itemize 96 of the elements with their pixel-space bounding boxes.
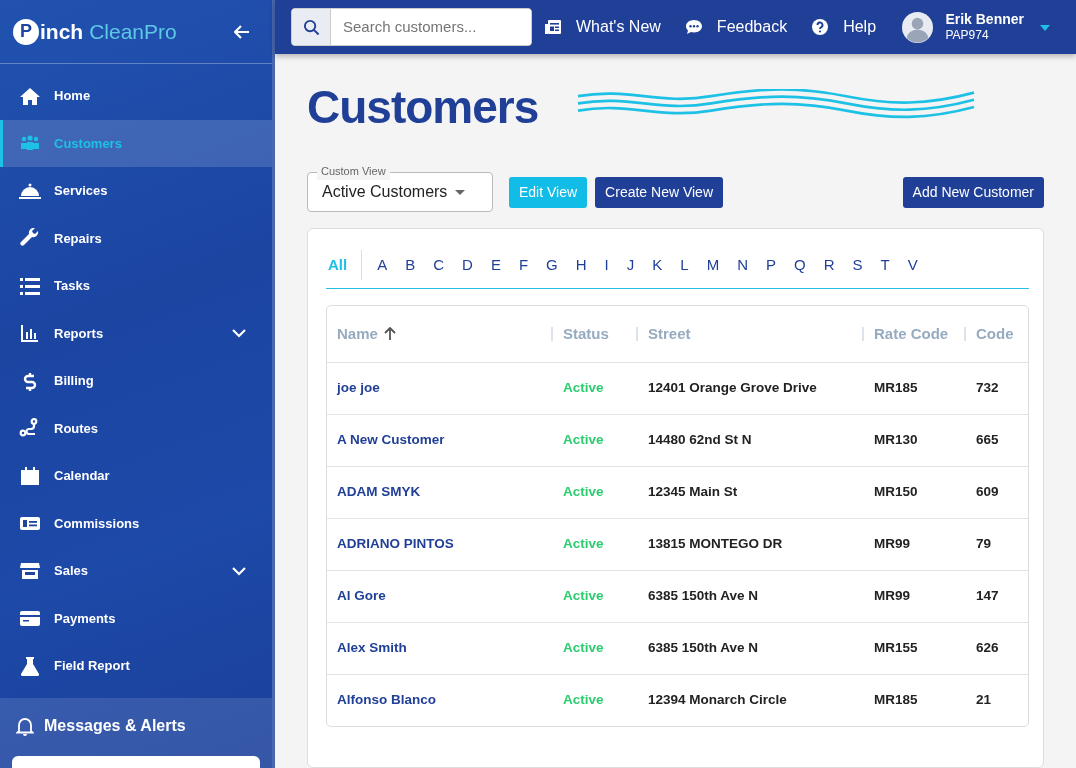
sidebar-item[interactable]: Sales: [0, 547, 272, 595]
calendar-icon: [19, 465, 41, 486]
table-cell-text: MR99: [873, 587, 911, 606]
table-cell-text: MR150: [873, 483, 919, 502]
customer-name-link[interactable]: ADAM SMYK: [327, 482, 553, 503]
letter-filter[interactable]: V: [898, 257, 927, 272]
wrench-icon: [19, 228, 41, 249]
table-cell-text: Active: [562, 535, 605, 554]
table-cell-text: 12345 Main St: [647, 483, 739, 502]
search-field[interactable]: Search customers...: [291, 8, 532, 46]
sidebar-item[interactable]: Reports: [0, 309, 272, 357]
sidebar-item[interactable]: Repairs: [0, 214, 272, 262]
table-cell-text: MR130: [873, 431, 919, 450]
nav-link[interactable]: Feedback: [684, 15, 788, 39]
credit-card-icon: [19, 608, 41, 629]
bell-icon: [16, 716, 34, 736]
sidebar-item[interactable]: Commissions: [0, 499, 272, 547]
search-icon: [302, 18, 320, 36]
letter-filter[interactable]: A: [368, 257, 397, 272]
table-cell-text: Active: [562, 639, 605, 658]
table-cell-text: 14480 62nd St N: [647, 431, 753, 450]
letter-filter[interactable]: K: [643, 257, 672, 272]
customer-name-link[interactable]: joe joe: [327, 378, 553, 399]
table-cell-text: 609: [975, 483, 1000, 502]
table-cell-text: MR185: [873, 379, 919, 398]
user-code: PAP974: [945, 27, 990, 42]
user-name: Erik Benner: [945, 12, 1024, 28]
table-cell-text: 79: [975, 535, 993, 554]
section-heading: Messages & Alerts: [44, 716, 186, 736]
table-cell-text: 21: [975, 691, 993, 710]
customer-name-link[interactable]: ADRIANO PINTOS: [327, 534, 553, 555]
caret-down-icon: [455, 189, 466, 195]
table-cell-text: 6385 150th Ave N: [647, 587, 760, 606]
table-cell-text: Active: [562, 691, 605, 710]
sidebar-item[interactable]: Field Report: [0, 642, 272, 690]
store-icon: [19, 560, 41, 581]
nav-link[interactable]: What's New: [544, 15, 661, 39]
chat-bubble-icon: [684, 18, 703, 36]
table-cell-text: 13815 MONTEGO DR: [647, 535, 784, 554]
sidebar-item[interactable]: Tasks: [0, 262, 272, 310]
table-cell-text: 147: [975, 587, 1000, 606]
letter-filter[interactable]: D: [453, 257, 482, 272]
letter-filter[interactable]: Q: [785, 257, 815, 272]
avatar-icon: [902, 11, 934, 43]
table-cell-text: Active: [562, 483, 605, 502]
table-cell-text: MR185: [873, 691, 919, 710]
letter-filter[interactable]: S: [843, 257, 872, 272]
back-arrow-icon: [234, 25, 250, 40]
table-cell-text: MR155: [873, 639, 919, 658]
customer-name-link[interactable]: Alfonso Blanco: [327, 690, 553, 711]
letter-filter[interactable]: J: [617, 257, 644, 272]
create-view-button[interactable]: Create New View: [595, 176, 723, 208]
sidebar-item[interactable]: Payments: [0, 594, 272, 642]
sidebar-item[interactable]: Services: [0, 167, 272, 215]
customer-name-link[interactable]: A New Customer: [327, 430, 553, 451]
sidebar-item[interactable]: Home: [0, 72, 272, 120]
letter-filter[interactable]: B: [396, 257, 425, 272]
customer-name-link[interactable]: Alex Smith: [327, 638, 553, 659]
letter-filter[interactable]: C: [424, 257, 454, 272]
list-icon: [19, 275, 41, 296]
letter-filter[interactable]: H: [566, 257, 596, 272]
letter-filter[interactable]: N: [728, 257, 757, 272]
letter-filter[interactable]: F: [509, 257, 538, 272]
table-cell-text: 732: [975, 379, 1000, 398]
logo: P inch CleanPro: [13, 15, 177, 48]
help-icon: [811, 18, 830, 36]
table-cell-text: 665: [975, 431, 1000, 450]
sidebar-item[interactable]: Billing: [0, 357, 272, 405]
letter-filter[interactable]: I: [595, 257, 618, 272]
table-cell-text: 6385 150th Ave N: [647, 639, 760, 658]
newspaper-icon: [544, 18, 562, 36]
letter-filter[interactable]: T: [871, 257, 899, 272]
table-cell-text: Active: [562, 431, 605, 450]
letter-filter[interactable]: G: [537, 257, 567, 272]
home-icon: [19, 85, 41, 106]
sidebar-item[interactable]: Routes: [0, 404, 272, 452]
letter-filter[interactable]: M: [697, 257, 729, 272]
sidebar-item[interactable]: Calendar: [0, 452, 272, 500]
letter-filter[interactable]: P: [756, 257, 785, 272]
letter-filter[interactable]: L: [671, 257, 698, 272]
bar-chart-icon: [19, 323, 41, 344]
page-title: Customers: [307, 84, 539, 130]
table-cell-text: MR99: [873, 535, 911, 554]
table-cell-text: 626: [975, 639, 1000, 658]
nav-link[interactable]: Help: [811, 15, 877, 39]
caret-down-icon: [1040, 24, 1050, 31]
table-cell-text: 12401 Orange Grove Drive: [647, 379, 818, 398]
sort-up-icon: [383, 327, 396, 341]
add-customer-button[interactable]: Add New Customer: [902, 176, 1044, 208]
letter-filter[interactable]: R: [814, 257, 844, 272]
customer-name-link[interactable]: Al Gore: [327, 586, 553, 607]
table-cell-text: Active: [562, 587, 605, 606]
flask-icon: [19, 655, 41, 676]
table-cell-text: Active: [562, 379, 605, 398]
table-cell-text: 12394 Monarch Circle: [647, 691, 788, 710]
letter-filter[interactable]: E: [481, 257, 510, 272]
